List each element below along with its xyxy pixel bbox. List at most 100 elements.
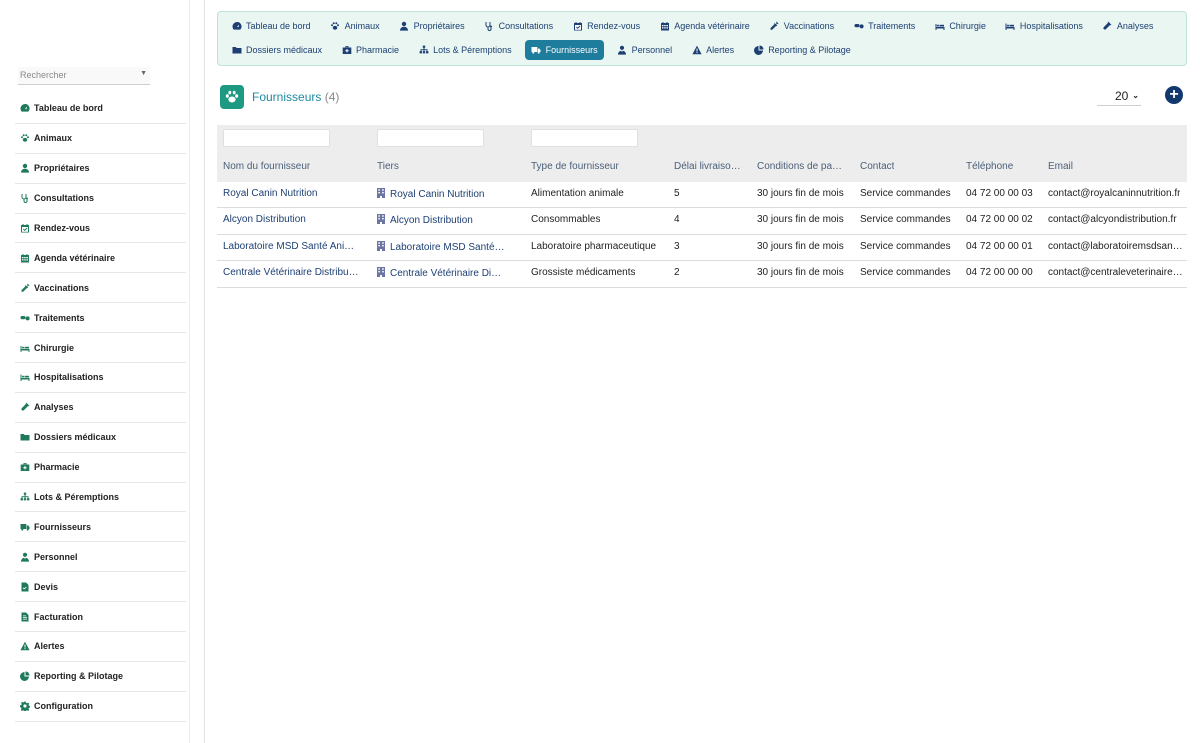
tab-animaux[interactable]: Animaux	[324, 16, 386, 36]
sidebar-item-devis[interactable]: Devis	[15, 572, 186, 603]
per-page-value: 20	[1114, 88, 1129, 103]
table-row[interactable]: Centrale Vétérinaire Distribu… Centrale V…	[217, 261, 1187, 288]
tab-label: Rendez-vous	[587, 21, 641, 31]
table-cell[interactable]: Laboratoire MSD Santé …	[377, 240, 505, 253]
table-cell: Service commandes	[860, 240, 951, 252]
tab-label: Tableau de bord	[246, 21, 311, 31]
sidebar-item-traitements[interactable]: Traitements	[15, 303, 186, 334]
tab-traitements[interactable]: Traitements	[847, 16, 921, 36]
tab-label: Alertes	[706, 45, 735, 55]
tab-label: Traitements	[868, 21, 916, 31]
column-header-8[interactable]: Email	[1048, 161, 1073, 172]
sidebar-item-dossiers-medicaux[interactable]: Dossiers médicaux	[15, 423, 186, 453]
sidebar-item-consultations[interactable]: Consultations	[15, 184, 186, 214]
tab-agenda-veterinaire[interactable]: Agenda vétérinaire	[653, 16, 756, 36]
sidebar-item-alertes[interactable]: Alertes	[15, 632, 186, 662]
syringe-icon	[769, 21, 780, 32]
syringe-icon	[19, 282, 30, 293]
sidebar-item-label: Lots & Péremptions	[34, 492, 120, 503]
table-cell: Service commandes	[860, 267, 951, 279]
sidebar-item-rendez-vous[interactable]: Rendez-vous	[15, 214, 186, 244]
table-cell[interactable]: Alcyon Distribution	[223, 214, 306, 225]
sidebar-item-analyses[interactable]: Analyses	[15, 393, 186, 423]
top-navigation: Tableau de bord Animaux Propriétaires Consu…	[217, 11, 1187, 66]
sidebar-item-animaux[interactable]: Animaux	[15, 124, 186, 154]
table-cell: 30 jours fin de mois	[757, 267, 844, 279]
column-header-2[interactable]: Tiers	[377, 161, 399, 172]
sidebar-item-hospitalisations[interactable]: Hospitalisations	[15, 363, 186, 393]
table-cell[interactable]: Royal Canin Nutrition	[377, 188, 485, 200]
sidebar-item-tableau-de-bord[interactable]: Tableau de bord	[15, 94, 186, 124]
filter-input-type[interactable]	[531, 129, 638, 147]
tab-dossiers-medicaux[interactable]: Dossiers médicaux	[225, 40, 328, 60]
tab-pharmacie[interactable]: Pharmacie	[335, 40, 405, 60]
table-cell: 5	[674, 188, 680, 199]
column-header-6[interactable]: Contact	[860, 161, 894, 172]
warning-icon	[691, 45, 702, 56]
tab-fournisseurs[interactable]: Fournisseurs	[524, 40, 604, 60]
table-cell[interactable]: Centrale Vétérinaire Distribu…	[223, 267, 359, 278]
tiers-link[interactable]: Royal Canin Nutrition	[390, 189, 485, 200]
column-header-3[interactable]: Type de fournisseur	[531, 161, 619, 172]
table-cell[interactable]: Centrale Vétérinaire Dist…	[377, 267, 505, 279]
sidebar-item-label: Tableau de bord	[34, 103, 103, 114]
table-row[interactable]: Royal Canin Nutrition Royal Canin Nutriti…	[217, 182, 1187, 209]
sidebar-item-label: Rendez-vous	[34, 223, 91, 233]
tab-tableau-de-bord[interactable]: Tableau de bord	[225, 16, 317, 36]
tab-vaccinations[interactable]: Vaccinations	[763, 16, 840, 36]
table-cell: 2	[674, 267, 680, 279]
tab-hospitalisations[interactable]: Hospitalisations	[999, 16, 1089, 36]
sidebar-item-vaccinations[interactable]: Vaccinations	[15, 273, 186, 304]
tab-rendez-vous[interactable]: Rendez-vous	[566, 16, 646, 36]
chart-pie-icon	[19, 671, 30, 682]
table-cell: 04 72 00 00 02	[966, 214, 1033, 226]
sidebar-item-personnel[interactable]: Personnel	[15, 542, 186, 573]
tab-lots-peremptions[interactable]: Lots & Péremptions	[412, 40, 518, 60]
tab-reporting-pilotage[interactable]: Reporting & Pilotage	[747, 40, 857, 60]
tiers-link[interactable]: Alcyon Distribution	[390, 215, 473, 226]
filter-input-tiers[interactable]	[377, 129, 484, 147]
calendar-icon	[659, 21, 670, 32]
tab-consultations[interactable]: Consultations	[478, 16, 560, 36]
page-title-text: Fournisseurs	[252, 90, 322, 104]
column-header-4[interactable]: Délai livraiso…	[674, 161, 741, 172]
sidebar-item-label: Devis	[34, 581, 59, 592]
sidebar-item-configuration[interactable]: Configuration	[15, 692, 186, 722]
sidebar: Rechercher ▼ Tableau de bord Animaux Propr…	[0, 0, 205, 743]
sidebar-item-fournisseurs[interactable]: Fournisseurs	[15, 512, 186, 543]
tab-chirurgie[interactable]: Chirurgie	[928, 16, 992, 36]
calendar-icon	[19, 252, 30, 263]
per-page-select[interactable]: 20 ⌄	[1097, 86, 1141, 106]
tab-label: Analyses	[1116, 21, 1154, 31]
calendar-check-icon	[19, 223, 30, 234]
sidebar-item-label: Fournisseurs	[34, 521, 92, 532]
table-row[interactable]: Laboratoire MSD Santé Ani… Laboratoire MS…	[217, 235, 1187, 262]
table-cell: 30 jours fin de mois	[757, 188, 844, 199]
table-cell: Grossiste médicaments	[531, 267, 636, 279]
table-row[interactable]: Alcyon Distribution Alcyon Distribution Co…	[217, 208, 1187, 235]
filter-input-nom[interactable]	[223, 129, 330, 147]
sidebar-item-agenda-veterinaire[interactable]: Agenda vétérinaire	[15, 243, 186, 274]
column-header-1[interactable]: Nom du fournisseur	[223, 161, 310, 172]
table-cell[interactable]: Alcyon Distribution	[377, 214, 473, 226]
sidebar-item-lots-peremptions[interactable]: Lots & Péremptions	[15, 483, 186, 513]
sidebar-item-facturation[interactable]: Facturation	[15, 602, 186, 633]
sidebar-item-reporting-pilotage[interactable]: Reporting & Pilotage	[15, 662, 186, 692]
column-header-5[interactable]: Conditions de pa…	[757, 161, 842, 172]
tab-proprietaires[interactable]: Propriétaires	[393, 16, 471, 36]
add-supplier-button[interactable]: +	[1165, 86, 1183, 104]
tab-alertes[interactable]: Alertes	[685, 40, 740, 60]
sitemap-icon	[19, 492, 30, 503]
tiers-link[interactable]: Centrale Vétérinaire Dist…	[390, 268, 505, 279]
table-cell[interactable]: Royal Canin Nutrition	[223, 188, 318, 199]
sidebar-item-pharmacie[interactable]: Pharmacie	[15, 453, 186, 483]
tab-personnel[interactable]: Personnel	[611, 40, 679, 60]
user-tie-icon	[19, 551, 30, 562]
column-header-7[interactable]: Téléphone	[966, 161, 1013, 172]
tiers-link[interactable]: Laboratoire MSD Santé …	[390, 242, 505, 253]
sidebar-item-proprietaires[interactable]: Propriétaires	[15, 154, 186, 184]
search-select[interactable]: Rechercher ▼	[18, 67, 150, 85]
sidebar-item-chirurgie[interactable]: Chirurgie	[15, 333, 186, 364]
table-cell[interactable]: Laboratoire MSD Santé Ani…	[223, 241, 354, 252]
tab-analyses[interactable]: Analyses	[1096, 16, 1160, 36]
